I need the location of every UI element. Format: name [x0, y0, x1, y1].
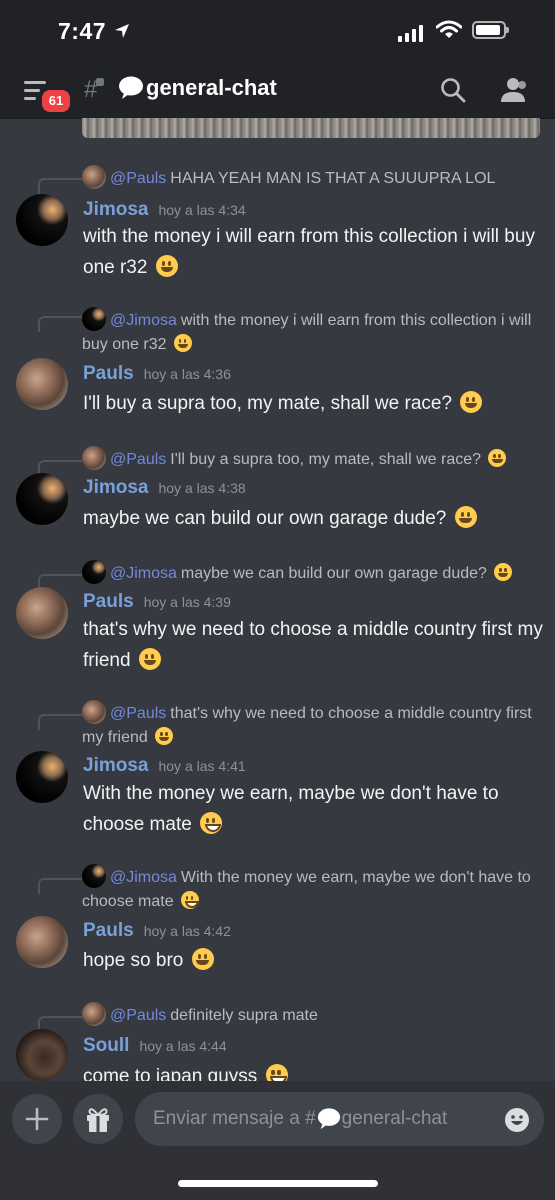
- attach-button[interactable]: [12, 1094, 62, 1144]
- message-timestamp: hoy a las 4:42: [143, 923, 231, 939]
- members-icon[interactable]: [500, 76, 530, 104]
- message-author[interactable]: Soull hoy a las 4:44: [83, 1035, 227, 1057]
- gift-icon: [87, 1108, 109, 1132]
- unread-badge: 61: [39, 87, 73, 115]
- avatar[interactable]: [16, 1029, 68, 1081]
- message-text: With the money we earn, maybe we don't h…: [83, 783, 499, 835]
- home-indicator: [178, 1180, 378, 1187]
- smiley-emoji-icon: [155, 255, 178, 277]
- mini-avatar: [82, 864, 106, 888]
- mini-avatar: [82, 1002, 106, 1026]
- message-text: that's why we need to choose a middle co…: [83, 619, 543, 671]
- avatar[interactable]: [16, 916, 68, 968]
- channel-header: 61 # general-chat: [0, 66, 555, 119]
- mini-avatar: [82, 700, 106, 724]
- reply-preview[interactable]: @Pauls that's why we need to choose a mid…: [82, 700, 542, 750]
- mini-avatar: [82, 165, 106, 189]
- grinning-emoji-icon: [200, 812, 223, 834]
- reply-preview[interactable]: @Pauls HAHA YEAH MAN IS THAT A SUUUPRA LO…: [82, 165, 495, 191]
- mini-avatar: [82, 446, 106, 470]
- message-timestamp: hoy a las 4:36: [143, 366, 231, 382]
- lock-icon: [96, 78, 104, 86]
- status-bar: 7:47: [0, 0, 555, 66]
- reply-preview[interactable]: @Pauls I'll buy a supra too, my mate, sha…: [82, 446, 507, 472]
- message-timestamp: hoy a las 4:44: [139, 1038, 227, 1054]
- reply-connector: [38, 878, 82, 894]
- message-author[interactable]: Pauls hoy a las 4:42: [83, 920, 231, 942]
- channel-title[interactable]: general-chat: [118, 75, 277, 101]
- smiley-emoji-icon: [173, 334, 192, 352]
- mini-avatar: [82, 307, 106, 331]
- reply-connector: [38, 714, 82, 730]
- message-text: come to japan guyss: [83, 1061, 543, 1081]
- message-author[interactable]: Pauls hoy a las 4:36: [83, 363, 231, 385]
- location-arrow-icon: [115, 24, 129, 38]
- battery-icon: [472, 21, 509, 39]
- smiley-emoji-icon: [191, 948, 214, 970]
- reply-preview[interactable]: @Pauls definitely supra mate: [82, 1002, 318, 1028]
- message-text: with the money i will earn from this col…: [83, 226, 535, 278]
- smiley-emoji-icon: [488, 449, 507, 467]
- speech-balloon-icon: [119, 76, 143, 99]
- message-feed[interactable]: @Pauls HAHA YEAH MAN IS THAT A SUUUPRA LO…: [0, 118, 555, 1081]
- message-author[interactable]: Pauls hoy a las 4:39: [83, 591, 231, 613]
- speech-balloon-icon: [317, 1108, 340, 1130]
- emoji-picker-icon[interactable]: [504, 1107, 530, 1133]
- avatar[interactable]: [16, 587, 68, 639]
- avatar[interactable]: [16, 194, 68, 246]
- grinning-emoji-icon: [181, 891, 200, 909]
- status-time: 7:47: [58, 18, 107, 44]
- cellular-signal-icon: [398, 24, 423, 42]
- laughing-emoji-icon: [265, 1064, 288, 1081]
- reply-preview[interactable]: @Jimosa With the money we earn, maybe we …: [82, 864, 542, 914]
- reply-preview[interactable]: @Jimosa maybe we can build our own garage…: [82, 560, 513, 586]
- avatar[interactable]: [16, 751, 68, 803]
- smiley-emoji-icon: [138, 648, 161, 670]
- reply-preview[interactable]: @Jimosa with the money i will earn from t…: [82, 307, 542, 357]
- message-author[interactable]: Jimosa hoy a las 4:41: [83, 755, 246, 777]
- smiley-emoji-icon: [460, 391, 483, 413]
- gift-button[interactable]: [73, 1094, 123, 1144]
- mini-avatar: [82, 560, 106, 584]
- channel-name: general-chat: [146, 75, 277, 100]
- image-attachment[interactable]: [82, 118, 540, 138]
- wifi-icon: [436, 20, 462, 38]
- smiley-emoji-icon: [494, 563, 513, 581]
- reply-connector: [38, 178, 82, 194]
- reply-connector: [38, 316, 82, 332]
- smiley-emoji-icon: [454, 506, 477, 528]
- message-input[interactable]: Enviar mensaje a # general-chat: [135, 1092, 544, 1146]
- message-timestamp: hoy a las 4:41: [158, 758, 246, 774]
- search-icon[interactable]: [440, 77, 466, 103]
- message-timestamp: hoy a las 4:34: [158, 202, 246, 218]
- message-text: hope so bro: [83, 945, 543, 976]
- avatar[interactable]: [16, 358, 68, 410]
- message-timestamp: hoy a las 4:38: [158, 480, 246, 496]
- message-author[interactable]: Jimosa hoy a las 4:34: [83, 199, 246, 221]
- avatar[interactable]: [16, 473, 68, 525]
- smiley-emoji-icon: [155, 727, 174, 745]
- message-author[interactable]: Jimosa hoy a las 4:38: [83, 477, 246, 499]
- plus-icon: [25, 1107, 49, 1131]
- message-text: maybe we can build our own garage dude?: [83, 503, 543, 534]
- message-timestamp: hoy a las 4:39: [143, 594, 231, 610]
- message-text: I'll buy a supra too, my mate, shall we …: [83, 388, 543, 419]
